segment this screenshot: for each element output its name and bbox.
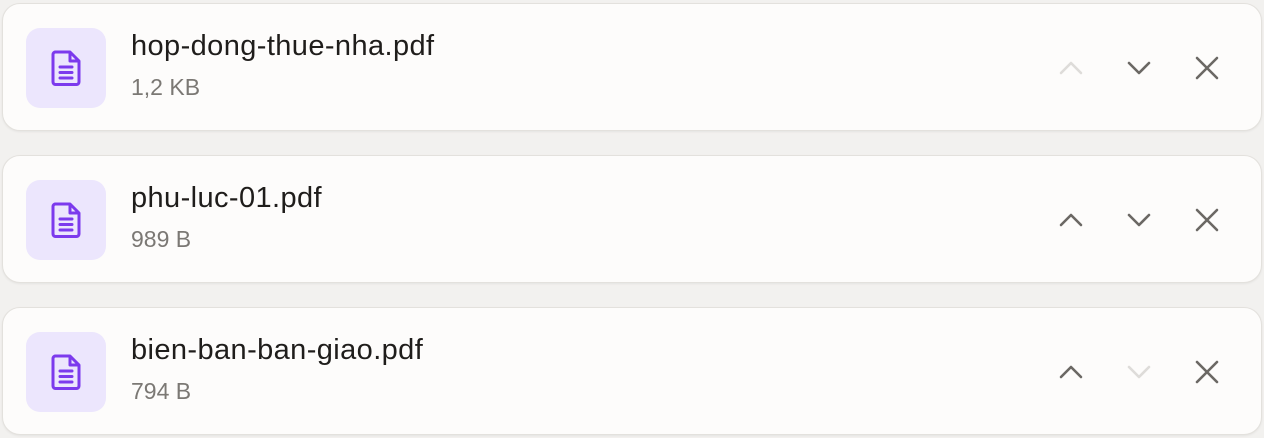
move-up-button[interactable] [1047, 44, 1095, 92]
move-down-button[interactable] [1115, 44, 1163, 92]
file-name: bien-ban-ban-giao.pdf [131, 334, 424, 366]
file-card: bien-ban-ban-giao.pdf 794 B [2, 307, 1262, 435]
file-name: hop-dong-thue-nha.pdf [131, 30, 435, 62]
chevron-up-icon [1059, 61, 1083, 75]
file-list: hop-dong-thue-nha.pdf 1,2 KB phu-luc-01.… [0, 0, 1264, 438]
chevron-up-icon [1059, 365, 1083, 379]
move-down-button[interactable] [1115, 348, 1163, 396]
remove-file-button[interactable] [1183, 196, 1231, 244]
file-card: phu-luc-01.pdf 989 B [2, 155, 1262, 283]
chevron-up-icon [1059, 213, 1083, 227]
close-icon [1195, 360, 1219, 384]
chevron-down-icon [1127, 61, 1151, 75]
chevron-down-icon [1127, 213, 1151, 227]
document-icon [26, 28, 106, 108]
remove-file-button[interactable] [1183, 348, 1231, 396]
document-icon [26, 332, 106, 412]
remove-file-button[interactable] [1183, 44, 1231, 92]
file-size: 989 B [131, 226, 192, 252]
move-up-button[interactable] [1047, 196, 1095, 244]
file-size: 794 B [131, 378, 192, 404]
move-up-button[interactable] [1047, 348, 1095, 396]
chevron-down-icon [1127, 365, 1151, 379]
move-down-button[interactable] [1115, 196, 1163, 244]
file-card: hop-dong-thue-nha.pdf 1,2 KB [2, 3, 1262, 131]
close-icon [1195, 56, 1219, 80]
close-icon [1195, 208, 1219, 232]
file-name: phu-luc-01.pdf [131, 182, 322, 214]
document-icon [26, 180, 106, 260]
file-size: 1,2 KB [131, 74, 201, 100]
